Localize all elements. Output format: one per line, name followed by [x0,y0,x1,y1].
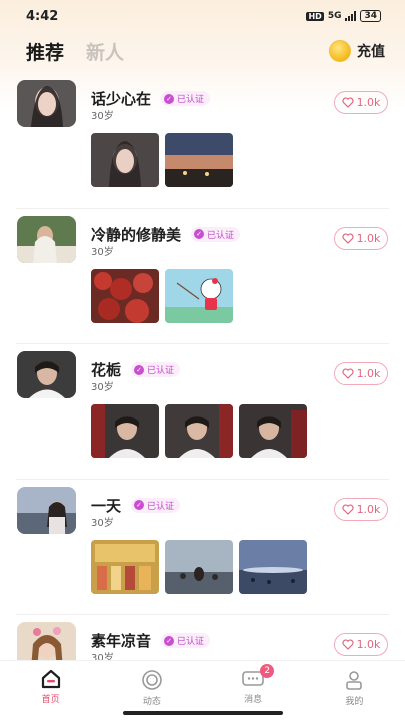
photo-row [91,133,233,187]
tab-label: 动态 [142,697,161,707]
user-photo[interactable] [165,539,233,594]
user-name: 花栀 [91,361,122,379]
tab-home[interactable]: 首页 [0,661,101,720]
user-card[interactable]: 花栀 ✓ 已认证 30岁 1.0k [0,343,405,479]
user-name: 素年凉音 [91,632,152,650]
moments-icon [142,670,162,690]
like-count: 1.0k [356,502,381,516]
profile-icon [346,671,363,690]
network-label: 5G [327,11,342,21]
verified-check-icon: ✓ [164,635,175,646]
verified-badge: ✓ 已认证 [161,633,211,648]
heart-icon [341,503,354,515]
verified-check-icon: ✓ [194,229,205,239]
recharge-button[interactable]: 充值 [329,40,385,62]
verified-badge: ✓ 已认证 [191,226,241,242]
verified-label: 已认证 [207,230,235,241]
like-count: 1.0k [356,638,381,651]
avatar[interactable] [17,80,76,127]
verified-check-icon: ✓ [134,500,145,510]
user-name: 冷静的修静美 [91,225,182,244]
like-button[interactable]: 1.0k [334,226,388,250]
user-age: 30岁 [91,246,114,258]
hd-badge: HD [306,11,324,21]
user-age: 30岁 [91,382,114,393]
status-bar: 4:42 HD 5G 34 [0,0,405,32]
like-count: 1.0k [356,96,381,109]
avatar[interactable] [17,486,76,534]
verified-badge: ✓ 已认证 [161,91,211,106]
like-button[interactable]: 1.0k [334,362,388,385]
user-photo[interactable] [239,539,307,594]
user-name: 一天 [91,496,122,515]
photo-row [91,404,307,458]
tab-newcomers[interactable]: 新人 [86,38,124,65]
verified-label: 已认证 [147,501,175,512]
photo-row [91,539,307,594]
message-count-badge: 2 [260,664,275,678]
verified-label: 已认证 [147,366,175,376]
verified-label: 已认证 [177,637,205,647]
user-photo[interactable] [165,133,233,187]
user-photo[interactable] [91,404,159,458]
user-photo[interactable] [91,268,159,323]
name-row: 一天 ✓ 已认证 [91,495,181,516]
home-indicator [123,711,283,715]
tab-label: 消息 [244,695,263,705]
status-icons: HD 5G 34 [306,10,381,22]
user-photo[interactable] [239,404,307,458]
signal-icon [345,11,357,21]
name-row: 话少心在 ✓ 已认证 [91,88,211,109]
verified-check-icon: ✓ [164,93,175,104]
like-button[interactable]: 1.0k [334,497,388,521]
status-time: 4:42 [26,8,59,24]
like-count: 1.0k [356,231,381,245]
heart-icon [341,232,354,244]
user-age: 30岁 [91,517,114,529]
verified-badge: ✓ 已认证 [131,362,181,377]
verified-check-icon: ✓ [134,364,145,375]
verified-label: 已认证 [177,95,205,105]
like-button[interactable]: 1.0k [334,91,388,114]
avatar[interactable] [17,215,76,263]
user-photo[interactable] [91,133,159,187]
user-card[interactable]: 冷静的修静美 ✓ 已认证 30岁 1.0k [0,207,405,344]
user-feed: 话少心在 ✓ 已认证 30岁 1.0k 冷静的修静美 ✓ 已认证 30岁 1.0… [0,72,405,720]
avatar[interactable] [17,351,76,398]
user-card[interactable]: 话少心在 ✓ 已认证 30岁 1.0k [0,72,405,208]
heart-icon [341,97,354,108]
user-photo[interactable] [165,404,233,458]
name-row: 花栀 ✓ 已认证 [91,359,181,380]
photo-row [91,268,233,323]
verified-badge: ✓ 已认证 [131,497,181,513]
recharge-label: 充值 [357,44,385,60]
like-button[interactable]: 1.0k [334,633,388,656]
tab-label: 首页 [41,695,60,705]
top-nav: 推荐 新人 充值 [0,36,405,66]
tab-profile[interactable]: 我的 [304,661,405,720]
home-icon [41,669,60,689]
tab-recommend[interactable]: 推荐 [26,38,64,65]
battery-icon: 34 [360,10,381,22]
user-card[interactable]: 一天 ✓ 已认证 30岁 1.0k [0,478,405,615]
heart-icon [341,368,354,379]
like-count: 1.0k [356,367,381,380]
coin-icon [329,40,351,62]
user-age: 30岁 [91,111,114,122]
tab-label: 我的 [345,697,364,707]
heart-icon [341,639,354,650]
name-row: 冷静的修静美 ✓ 已认证 [91,224,241,245]
user-name: 话少心在 [91,90,152,108]
user-photo[interactable] [165,268,233,323]
user-photo[interactable] [91,539,159,594]
name-row: 素年凉音 ✓ 已认证 [91,630,211,651]
